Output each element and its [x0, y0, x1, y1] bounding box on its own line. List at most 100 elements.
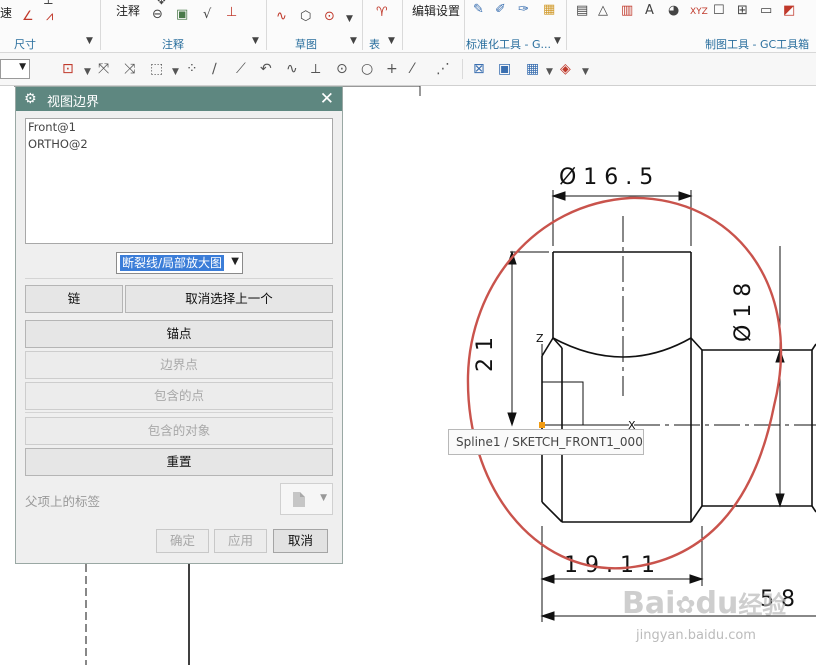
group-label-annotation: 注释	[162, 38, 184, 51]
view-boundary-sketch	[466, 196, 783, 570]
standard-tool-icon-1[interactable]: ✎	[473, 3, 484, 17]
group-annotation-dropdown[interactable]: ▼	[252, 36, 259, 46]
anchor-point-button[interactable]: 锚点	[25, 320, 333, 348]
contained-objects-button[interactable]: 包含的对象	[25, 417, 333, 445]
divider	[25, 278, 333, 279]
dimension-icon[interactable]: ∠	[22, 10, 34, 24]
view-tool-icon-4[interactable]: ◈	[560, 61, 571, 77]
contained-points-button[interactable]: 包含的点	[25, 382, 333, 410]
table-tool-icon[interactable]: ♈	[376, 6, 388, 20]
rectangle-select-icon[interactable]: ⬚	[150, 61, 163, 77]
spline-snap-icon[interactable]: ∿	[286, 61, 298, 77]
ribbon-separator	[566, 0, 567, 50]
weld-symbol-icon[interactable]: ⊥	[226, 6, 237, 20]
parent-label-dropdown[interactable]: ▼	[280, 483, 333, 515]
intersection-snap-icon[interactable]: ⟂	[311, 61, 320, 77]
standard-tool-icon-2[interactable]: ✐	[495, 3, 506, 17]
parent-label-text: 父项上的标签	[25, 494, 101, 509]
xyz-icon[interactable]: XYZ	[690, 7, 708, 17]
list-item[interactable]: Front@1	[26, 119, 332, 136]
sketch-more-dropdown[interactable]: ▼	[346, 12, 353, 26]
chevron-down-icon: ▼	[231, 256, 239, 267]
document-icon	[293, 492, 305, 507]
group-sketch-dropdown[interactable]: ▼	[350, 36, 357, 46]
dim-arrow	[678, 191, 693, 201]
part-bottom-chamfer-left	[541, 501, 563, 523]
ribbon-separator	[402, 0, 403, 50]
angular-dimension-icon[interactable]: ⩘	[46, 10, 53, 24]
watermark-url: jingyan.baidu.com	[636, 628, 756, 643]
dim-arrow	[689, 574, 704, 584]
polygon-icon[interactable]: ⬡	[300, 10, 311, 24]
line-snap-icon[interactable]: ∕	[212, 61, 217, 77]
close-icon[interactable]: ✕	[320, 89, 334, 109]
dialog-title: 视图边界	[47, 95, 100, 110]
dialog-title-bar[interactable]: ⚙ 视图边界 ✕	[16, 87, 342, 111]
standard-tool-icon-3[interactable]: ✑	[518, 3, 529, 17]
eraser-icon[interactable]: ◩	[783, 4, 795, 18]
branch-icon[interactable]: ⊞	[737, 4, 748, 18]
dim-arrow	[540, 611, 555, 621]
group-dimension-dropdown[interactable]: ▼	[86, 36, 93, 46]
view-tool-icon-1[interactable]: ⊠	[473, 61, 485, 77]
view-more-dropdown[interactable]: ▼	[546, 64, 553, 80]
triangle-icon[interactable]: △	[598, 4, 608, 18]
list-item[interactable]: ORTHO@2	[26, 136, 332, 153]
watermark-brand-cn: 经验	[738, 591, 787, 619]
pie-symbol-icon[interactable]: ◕	[668, 4, 679, 18]
cancel-button[interactable]: 取消	[273, 529, 328, 553]
filter-more-dropdown[interactable]: ▼	[84, 64, 91, 80]
zoom-icon[interactable]: ⊖	[152, 8, 163, 22]
spline-icon[interactable]: ∿	[276, 10, 287, 24]
endpoint-snap-icon[interactable]: ⟋	[236, 61, 246, 77]
existing-point-icon[interactable]: ⋰	[436, 61, 450, 77]
standard-tool-icon-4[interactable]: ▦	[543, 3, 555, 17]
plus-snap-icon[interactable]: +	[386, 61, 398, 77]
dim-left-text: 2 1	[473, 337, 498, 372]
apply-button[interactable]: 应用	[214, 529, 267, 553]
drafting-tool-icon-1[interactable]: ▤	[576, 4, 588, 18]
group-label-sketch: 草图	[295, 38, 317, 51]
ok-button[interactable]: 确定	[156, 529, 209, 553]
tangent-snap-icon[interactable]: ⁄	[411, 61, 413, 77]
edit-settings-button[interactable]: 编辑设置	[412, 2, 460, 19]
sqrt-symbol-icon[interactable]: √	[203, 8, 211, 22]
hand-tool-icon[interactable]: ⤨	[124, 61, 135, 77]
curve-snap-icon[interactable]: ↶	[260, 61, 272, 77]
group-label-table: 表	[369, 38, 380, 51]
table-grid-icon[interactable]: ▥	[621, 4, 633, 18]
dim-arrow	[775, 493, 785, 508]
font-a-icon[interactable]: A	[645, 4, 654, 18]
annotation-tool-icon-1[interactable]: ✥	[156, 0, 167, 8]
square-icon[interactable]: ☐	[713, 4, 725, 18]
snap-point-icon[interactable]: ⁘	[186, 61, 198, 77]
select-filter-icon[interactable]: ⊡	[62, 61, 74, 77]
annotate-button[interactable]: 注释	[116, 2, 140, 19]
chain-button[interactable]: 链	[25, 285, 123, 313]
center-snap-icon[interactable]: ⊙	[336, 61, 348, 77]
group-table-dropdown[interactable]: ▼	[388, 36, 395, 46]
view-tool-icon-2[interactable]: ▣	[498, 61, 511, 77]
view-tool-icon-3[interactable]: ▦	[526, 61, 539, 77]
note-icon[interactable]: ▭	[760, 4, 772, 18]
select-more-dropdown[interactable]: ▼	[172, 64, 179, 80]
shaft-top-chamfer	[811, 343, 816, 351]
boundary-type-dropdown[interactable]: 断裂线/局部放大图 ▼	[116, 252, 243, 274]
reset-button[interactable]: 重置	[25, 448, 333, 476]
deselect-last-button[interactable]: 取消选择上一个	[125, 285, 333, 313]
ellipse-icon[interactable]: ⊙	[324, 10, 335, 24]
image-icon[interactable]: ▣	[176, 8, 188, 22]
quadrant-snap-icon[interactable]: ○	[361, 61, 373, 77]
sketch-tool-icon-1[interactable]: ⌒	[276, 0, 289, 8]
group-label-gc-drafting: 制图工具 - GC工具箱	[705, 38, 810, 51]
boundary-point-button[interactable]: 边界点	[25, 351, 333, 379]
view-boundary-dialog: ⚙ 视图边界 ✕ Front@1 ORTHO@2 断裂线/局部放大图 ▼ 链 取…	[15, 86, 343, 564]
toolbar-separator	[462, 59, 463, 79]
dimension-tool-icon[interactable]: ⟂	[44, 0, 53, 8]
view-list[interactable]: Front@1 ORTHO@2	[25, 118, 333, 244]
view-more-dropdown-2[interactable]: ▼	[582, 64, 589, 80]
gear-icon: ⚙	[24, 91, 37, 107]
filter-dropdown[interactable]: ▼	[0, 59, 30, 79]
group-gc-standard-dropdown[interactable]: ▼	[554, 36, 561, 46]
cursor-tool-icon[interactable]: ⤧	[98, 61, 109, 77]
